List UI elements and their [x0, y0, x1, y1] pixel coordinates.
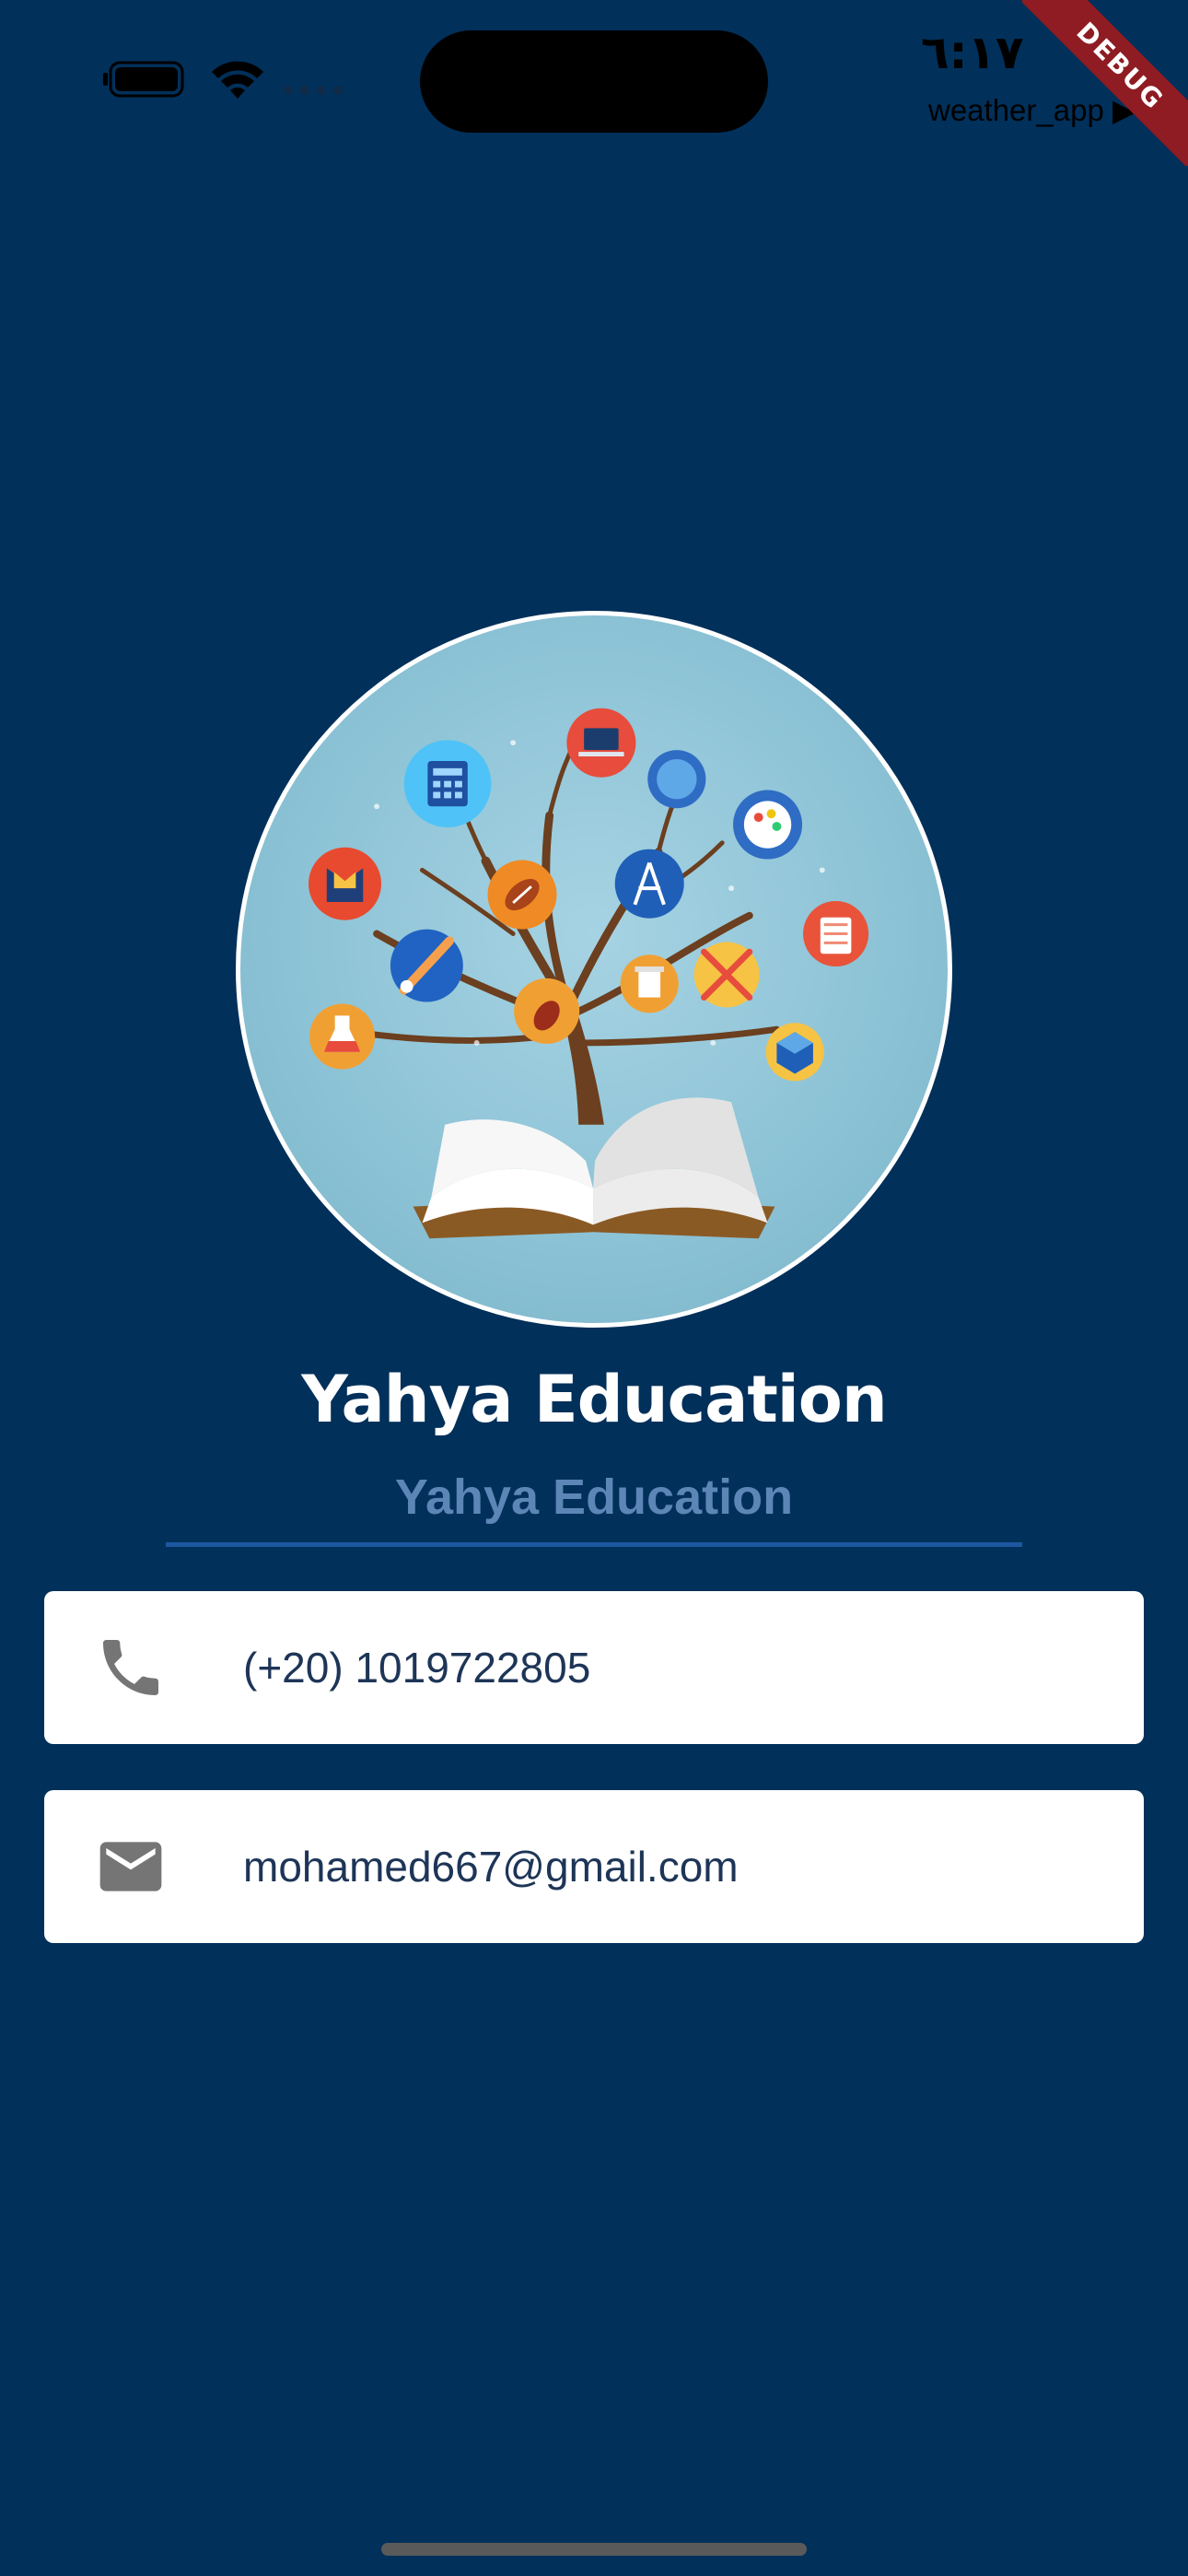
wifi-icon [212, 61, 263, 99]
dynamic-island [420, 30, 768, 133]
battery-icon [103, 61, 184, 98]
profile-subtitle: Yahya Education [394, 1469, 794, 1525]
phone-number: (+20) 1019722805 [243, 1644, 591, 1692]
status-time: ٦:١٧ [921, 26, 1024, 79]
phone-icon [103, 1640, 158, 1695]
signal-icon [284, 86, 343, 95]
email-address: mohamed667@gmail.com [243, 1843, 739, 1891]
mail-icon [99, 1842, 162, 1891]
debug-banner: DEBUG [1022, 0, 1188, 166]
education-tree-book-illustration [309, 708, 869, 1239]
profile-name: Yahya Education [301, 1362, 887, 1437]
home-indicator[interactable] [381, 2543, 807, 2556]
email-card[interactable]: mohamed667@gmail.com [44, 1790, 1144, 1943]
debug-label: DEBUG [1022, 0, 1188, 166]
phone-card[interactable]: (+20) 1019722805 [44, 1591, 1144, 1744]
divider [166, 1542, 1022, 1547]
profile-avatar [236, 611, 952, 1328]
status-bar: ٦:١٧ weather_app ▶ DEBUG [0, 0, 1188, 166]
